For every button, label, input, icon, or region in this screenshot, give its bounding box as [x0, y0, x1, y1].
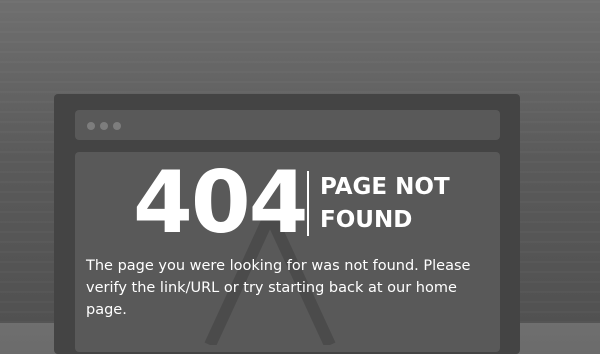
error-code: 404 [133, 153, 309, 253]
error-message: The page you were looking for was not fo… [86, 258, 471, 318]
window-dot-icon [113, 122, 121, 130]
window-dot-icon [100, 122, 108, 130]
title-divider [307, 171, 309, 236]
error-title: PAGE NOT FOUND [320, 174, 450, 233]
browser-address-bar-illustration [75, 110, 500, 140]
window-dot-icon [87, 122, 95, 130]
